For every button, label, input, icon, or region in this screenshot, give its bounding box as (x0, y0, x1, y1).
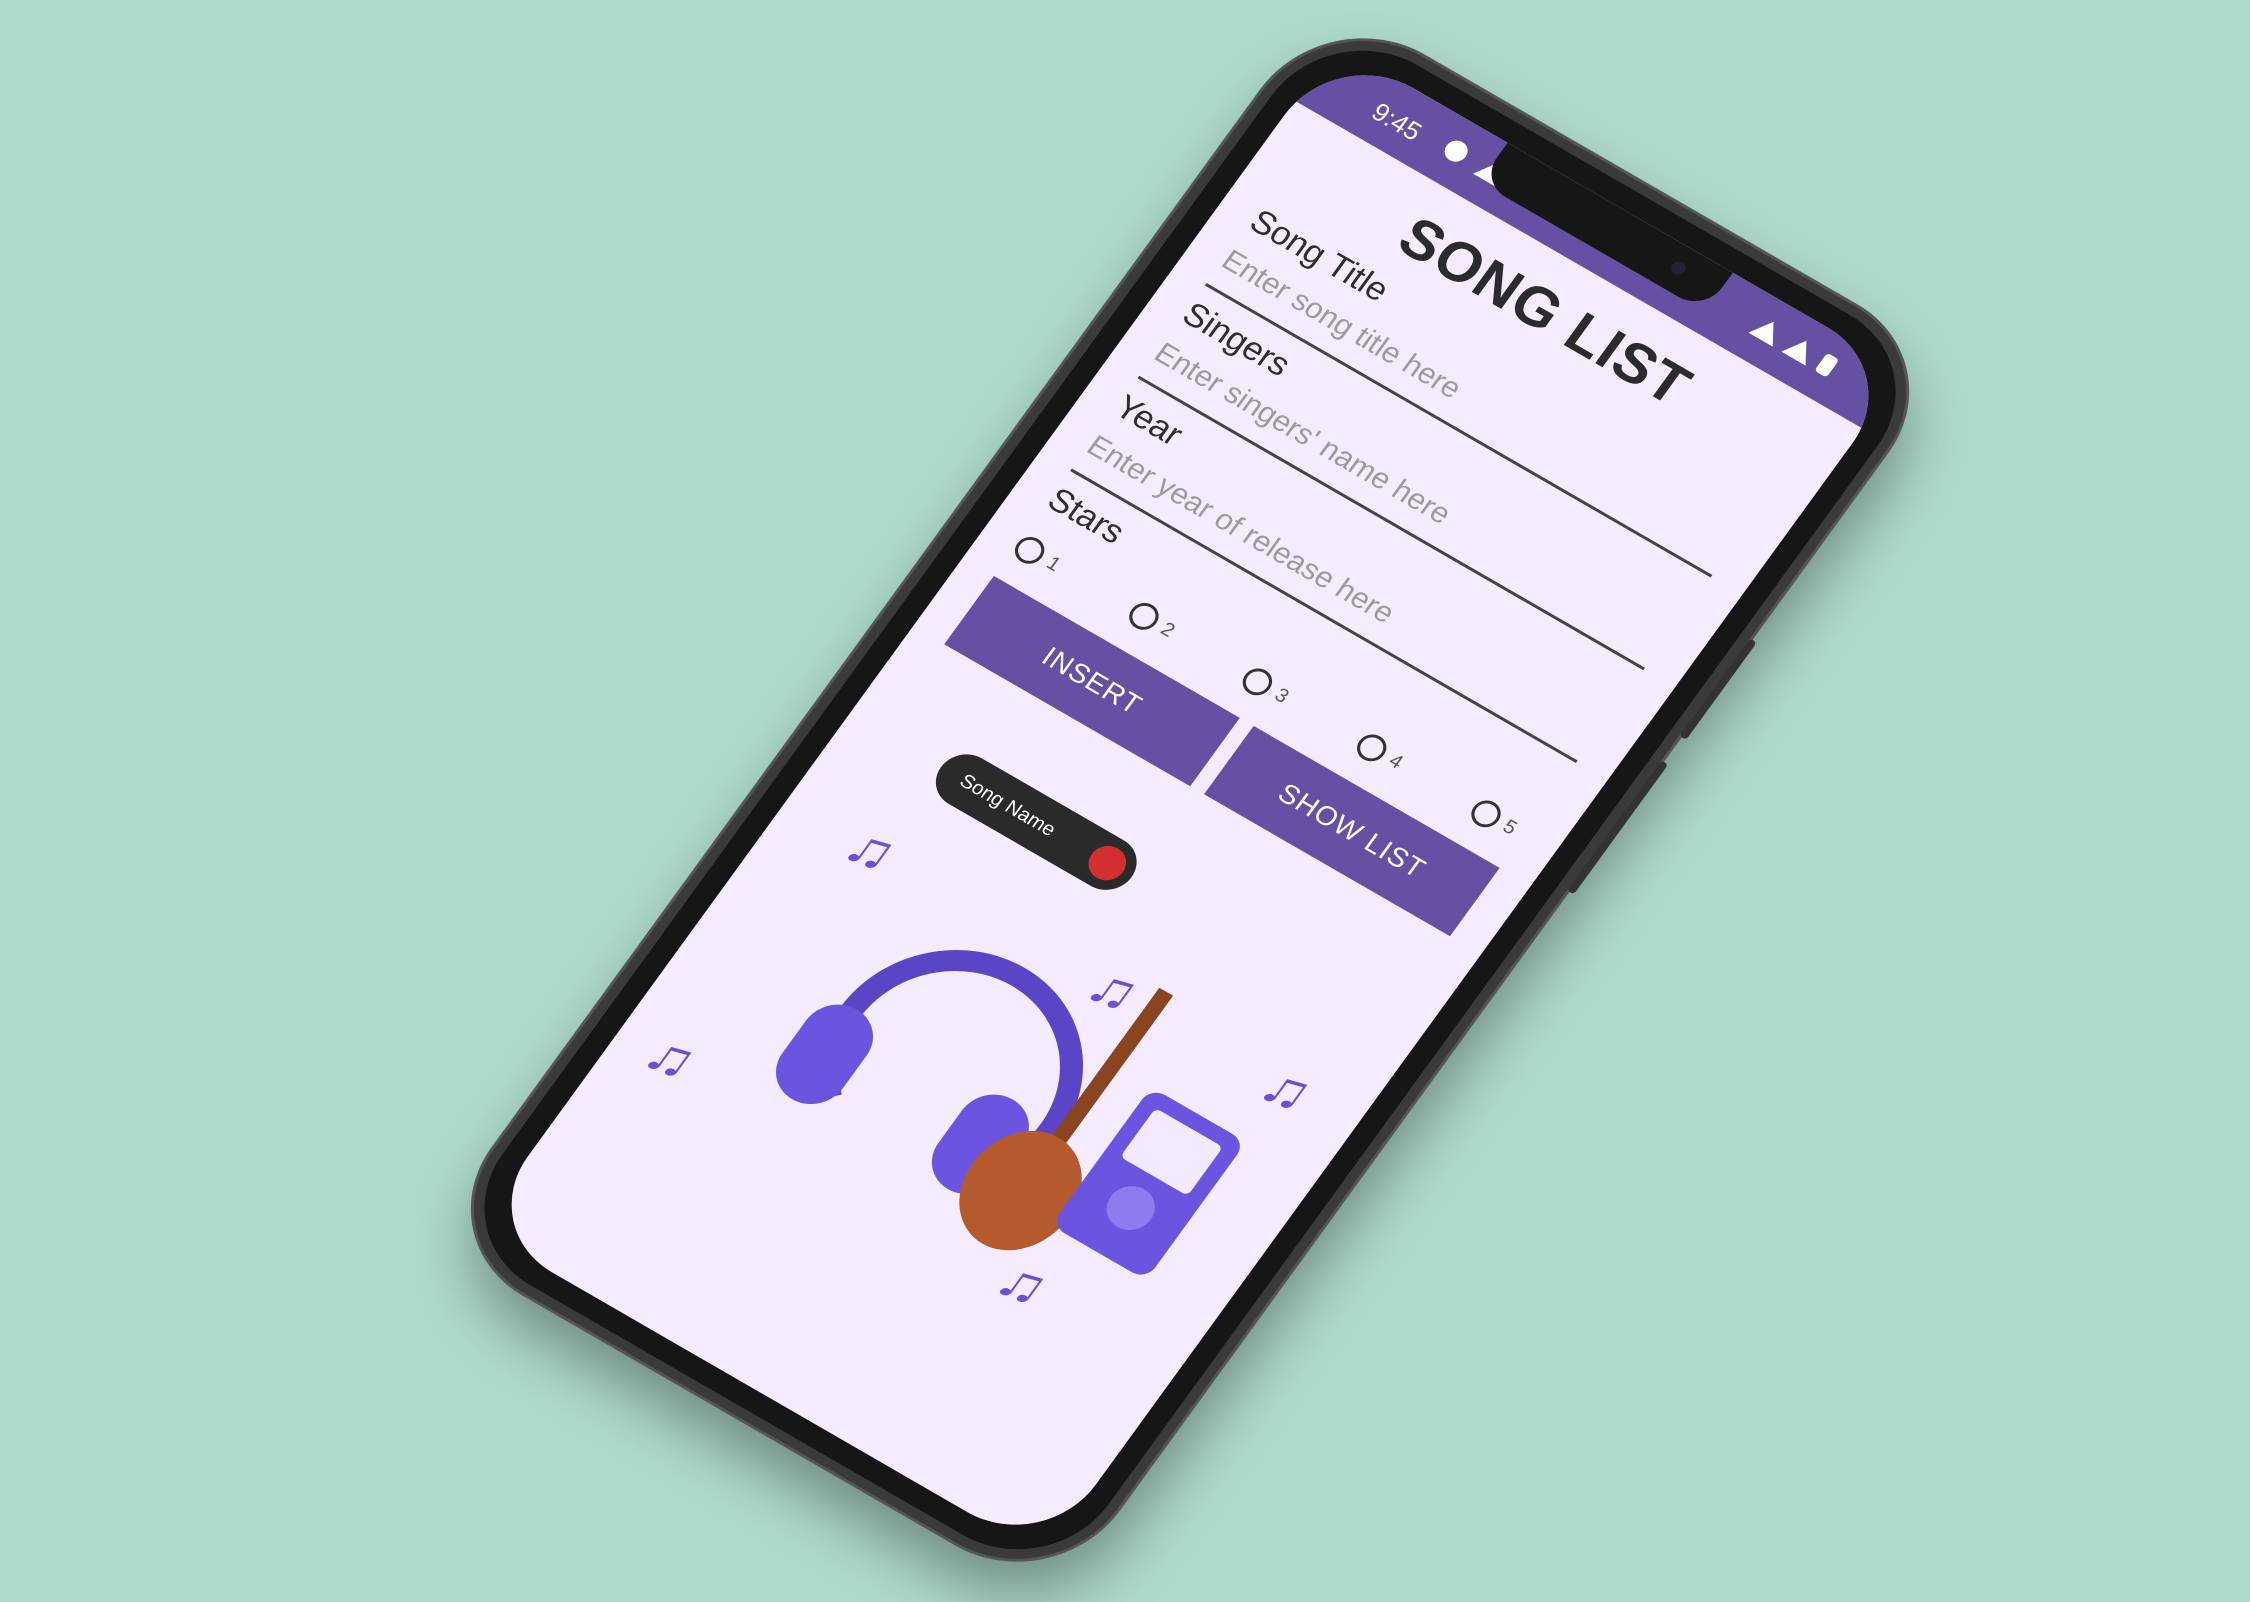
player-screen (1120, 1108, 1224, 1196)
battery-icon (1814, 352, 1840, 378)
star-option-3[interactable]: 3 (1237, 663, 1294, 710)
star-option-label: 5 (1498, 815, 1522, 839)
wifi-icon (1748, 314, 1786, 347)
star-option-5[interactable]: 5 (1465, 795, 1523, 841)
music-note-icon: ♫ (1249, 1051, 1326, 1127)
front-camera-icon (1668, 258, 1689, 278)
shield-icon (1440, 136, 1473, 166)
star-option-4[interactable]: 4 (1351, 729, 1408, 776)
radio-button[interactable] (1009, 531, 1051, 569)
music-note-icon: ♫ (633, 1019, 710, 1094)
song-name-label: Song Name (955, 770, 1060, 841)
radio-button[interactable] (1351, 729, 1393, 767)
radio-button[interactable] (1465, 795, 1507, 833)
system-icons (1748, 314, 1840, 378)
star-option-label: 1 (1042, 552, 1066, 576)
music-note-icon: ♫ (833, 811, 910, 887)
radio-button[interactable] (1123, 597, 1165, 635)
star-option-label: 3 (1270, 683, 1294, 708)
star-option-label: 4 (1384, 749, 1408, 774)
phone-mockup: 9:45 SONG LIST Song Title Singers (429, 1, 1951, 1599)
star-option-label: 2 (1156, 617, 1180, 642)
star-option-1[interactable]: 1 (1009, 531, 1066, 578)
song-name-pill: Song Name (924, 744, 1149, 900)
radio-button[interactable] (1237, 663, 1279, 701)
app-screen: 9:45 SONG LIST Song Title Singers (475, 43, 1905, 1557)
status-time: 9:45 (1366, 96, 1428, 147)
music-note-icon: ♫ (985, 1245, 1062, 1321)
player-wheel (1097, 1177, 1165, 1239)
signal-icon (1781, 333, 1819, 366)
record-icon (1081, 839, 1134, 887)
star-option-2[interactable]: 2 (1123, 597, 1180, 644)
